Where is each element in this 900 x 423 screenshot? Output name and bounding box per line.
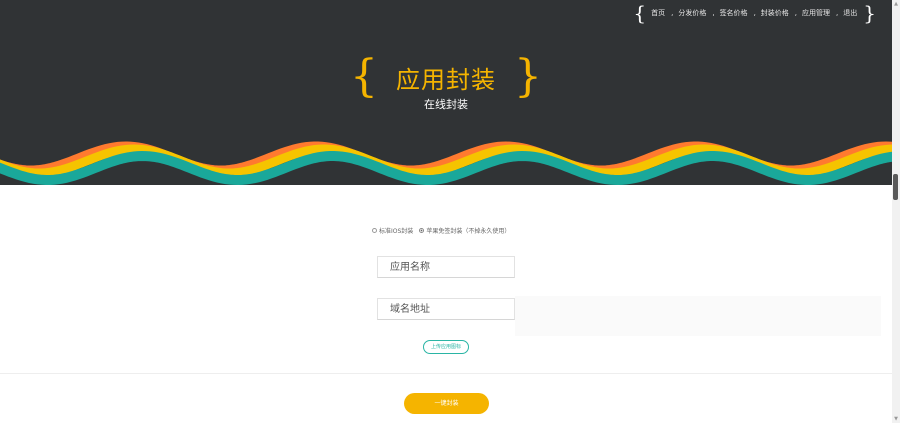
page-title: 应用封装 (396, 65, 496, 94)
section-divider (0, 373, 892, 374)
hero-brace-left: { (350, 51, 378, 102)
scroll-up-icon[interactable]: ▲ (892, 0, 900, 8)
background-panel (515, 296, 881, 336)
radio-label: 苹果免签封装（不掉永久使用） (426, 228, 511, 235)
hero-title-wrap: { 应用封装 } (0, 55, 892, 99)
page-header: { 首页, 分发价格, 签名价格, 封装价格, 应用管理, 退出 } { 应用封… (0, 0, 892, 185)
package-type-radios: 标准IOS封装 苹果免签封装（不掉永久使用） (372, 226, 516, 235)
vertical-scrollbar[interactable]: ▲ ▼ (892, 0, 900, 423)
domain-input[interactable] (377, 298, 515, 320)
nav-home[interactable]: 首页 (646, 8, 671, 18)
nav-distribution-price[interactable]: 分发价格 (673, 8, 712, 18)
nav-brace-right: } (863, 1, 876, 25)
decorative-wave (0, 141, 892, 185)
radio-label: 标准IOS封装 (379, 228, 414, 235)
radio-standard-ios[interactable]: 标准IOS封装 (372, 226, 413, 235)
nav-logout[interactable]: 退出 (838, 8, 863, 18)
scrollbar-thumb[interactable] (893, 174, 898, 200)
hero-title: { 应用封装 } (350, 55, 542, 99)
radio-apple-free-sign[interactable]: 苹果免签封装（不掉永久使用） (419, 226, 510, 235)
nav-app-management[interactable]: 应用管理 (797, 8, 836, 18)
radio-dot-checked-icon (419, 228, 425, 233)
app-name-input[interactable] (377, 256, 515, 278)
nav-signing-price[interactable]: 签名价格 (715, 8, 754, 18)
nav-brace-left: { (633, 1, 647, 25)
upload-icon-button[interactable]: 上传应用图标 (423, 340, 469, 354)
radio-dot-icon (372, 228, 377, 233)
submit-package-button[interactable]: 一键封装 (404, 393, 489, 414)
hero-brace-right: } (514, 51, 542, 102)
nav-packaging-price[interactable]: 封装价格 (756, 8, 795, 18)
top-nav: { 首页, 分发价格, 签名价格, 封装价格, 应用管理, 退出 } (633, 3, 876, 23)
page-subtitle: 在线封装 (424, 98, 468, 111)
scroll-down-icon[interactable]: ▼ (892, 415, 900, 423)
